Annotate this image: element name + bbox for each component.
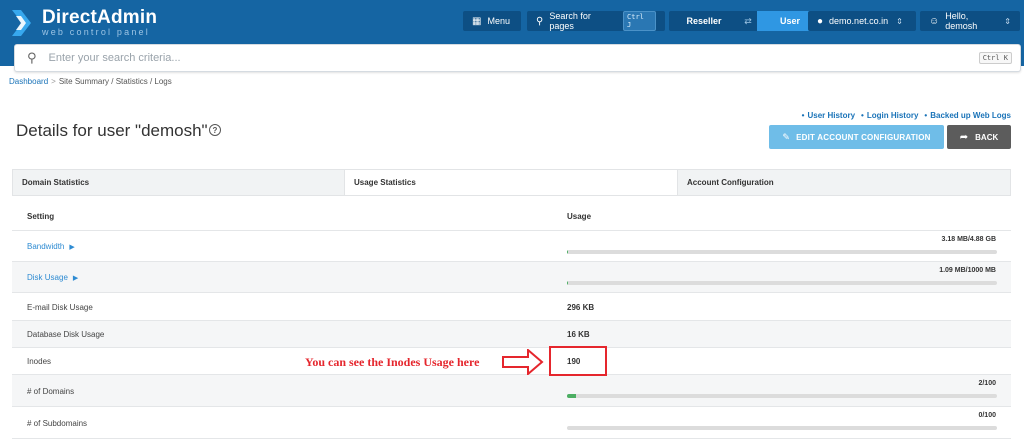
search-bar: ⚲ Ctrl K <box>14 44 1021 72</box>
swap-icon: ⇄ <box>739 11 757 31</box>
role-switcher[interactable]: Reseller ⇄ User <box>669 11 823 31</box>
table-row: Database Disk Usage 16 KB <box>12 321 1011 348</box>
back-button[interactable]: ➦ BACK <box>947 125 1011 149</box>
annotation-arrow-icon <box>502 347 544 377</box>
edit-button-label: EDIT ACCOUNT CONFIGURATION <box>796 132 931 142</box>
usage-table: Setting Usage Bandwidth ▶ 3.18 MB/4.88 GB… <box>12 202 1011 439</box>
bandwidth-link[interactable]: Bandwidth ▶ <box>27 242 75 251</box>
usage-progress-bar <box>567 281 997 285</box>
usage-value: 296 KB <box>567 303 595 312</box>
usage-progress-fill <box>567 394 576 398</box>
history-links: • User History • Login History • Backed up … <box>802 111 1011 120</box>
annotation-text: You can see the Inodes Usage here <box>305 355 480 369</box>
logo-chevron-icon <box>12 9 34 36</box>
role-reseller-option[interactable]: Reseller <box>669 11 739 31</box>
table-row: Disk Usage ▶ 1.09 MB/1000 MB <box>12 262 1011 293</box>
tab-domain-statistics[interactable]: Domain Statistics <box>13 170 345 195</box>
annotation-highlight-box <box>549 346 607 376</box>
edit-account-configuration-button[interactable]: ✎ EDIT ACCOUNT CONFIGURATION <box>769 125 944 149</box>
user-icon: ☺ <box>929 15 940 27</box>
search-input[interactable] <box>48 52 979 64</box>
user-menu-button[interactable]: ☺ Hello, demosh ⇕ <box>920 11 1020 31</box>
chevron-updown-icon: ⇕ <box>1004 16 1011 26</box>
domain-selector[interactable]: ● demo.net.co.in ⇕ <box>808 11 916 31</box>
disk-usage-link[interactable]: Disk Usage ▶ <box>27 273 78 282</box>
caret-right-icon: ▶ <box>69 244 75 251</box>
column-header-usage: Usage <box>567 212 592 221</box>
pencil-icon: ✎ <box>782 131 791 142</box>
table-row: E-mail Disk Usage 296 KB <box>12 293 1011 321</box>
help-icon[interactable]: ? <box>209 124 221 136</box>
search-pages-button[interactable]: ⚲ Search for pages Ctrl J <box>527 11 665 31</box>
usage-label: 1.09 MB/1000 MB <box>939 267 996 274</box>
domain-label: demo.net.co.in <box>829 16 889 26</box>
back-button-label: BACK <box>975 132 999 142</box>
setting-name: E-mail Disk Usage <box>27 303 93 312</box>
shortcut-badge: Ctrl J <box>623 11 656 31</box>
greeting-label: Hello, demosh <box>945 11 978 31</box>
backed-up-web-logs-link[interactable]: • Backed up Web Logs <box>924 111 1011 120</box>
usage-progress-bar <box>567 250 997 254</box>
brand-tagline: web control panel <box>42 27 150 37</box>
tab-usage-statistics[interactable]: Usage Statistics <box>345 170 677 195</box>
setting-name: # of Subdomains <box>27 419 88 428</box>
search-icon: ⚲ <box>536 15 544 27</box>
table-row: Bandwidth ▶ 3.18 MB/4.88 GB <box>12 231 1011 262</box>
menu-label: Menu <box>487 16 510 26</box>
breadcrumb-separator: > <box>51 77 56 86</box>
usage-label: 3.18 MB/4.88 GB <box>941 236 996 243</box>
share-arrow-icon: ➦ <box>959 131 969 143</box>
tab-bar: Domain Statistics Usage Statistics Accou… <box>12 169 1011 196</box>
globe-icon: ● <box>817 15 824 27</box>
breadcrumb-current: Site Summary / Statistics / Logs <box>58 77 172 86</box>
setting-name: # of Domains <box>27 387 75 396</box>
usage-progress-bar <box>567 426 997 430</box>
user-history-link[interactable]: • User History <box>802 111 855 120</box>
usage-value: 16 KB <box>567 330 590 339</box>
login-history-link[interactable]: • Login History <box>861 111 918 120</box>
search-pages-label: Search for pages <box>549 11 591 31</box>
column-header-setting: Setting <box>27 212 55 221</box>
search-icon: ⚲ <box>27 50 37 65</box>
menu-button[interactable]: ▦ Menu <box>463 11 521 31</box>
directadmin-logo[interactable]: DirectAdmin web control panel <box>12 8 157 37</box>
caret-right-icon: ▶ <box>72 275 79 282</box>
page-title: Details for user "demosh" <box>16 121 208 140</box>
table-header-row: Setting Usage <box>12 202 1011 231</box>
setting-name: Inodes <box>27 357 52 366</box>
tab-account-configuration[interactable]: Account Configuration <box>677 170 1010 195</box>
usage-label: 2/100 <box>978 380 996 387</box>
brand-name: DirectAdmin <box>42 7 158 28</box>
chevron-updown-icon: ⇕ <box>896 16 903 26</box>
usage-label: 0/100 <box>978 412 996 419</box>
breadcrumb: Dashboard > Site Summary / Statistics / Lo… <box>9 77 172 86</box>
grid-icon: ▦ <box>472 15 482 27</box>
table-row: # of Subdomains 0/100 <box>12 407 1011 439</box>
table-row: # of Domains 2/100 <box>12 375 1011 407</box>
breadcrumb-dashboard-link[interactable]: Dashboard <box>9 77 48 86</box>
setting-name: Database Disk Usage <box>27 330 105 339</box>
usage-progress-bar <box>567 394 997 398</box>
search-shortcut-badge: Ctrl K <box>978 52 1012 64</box>
